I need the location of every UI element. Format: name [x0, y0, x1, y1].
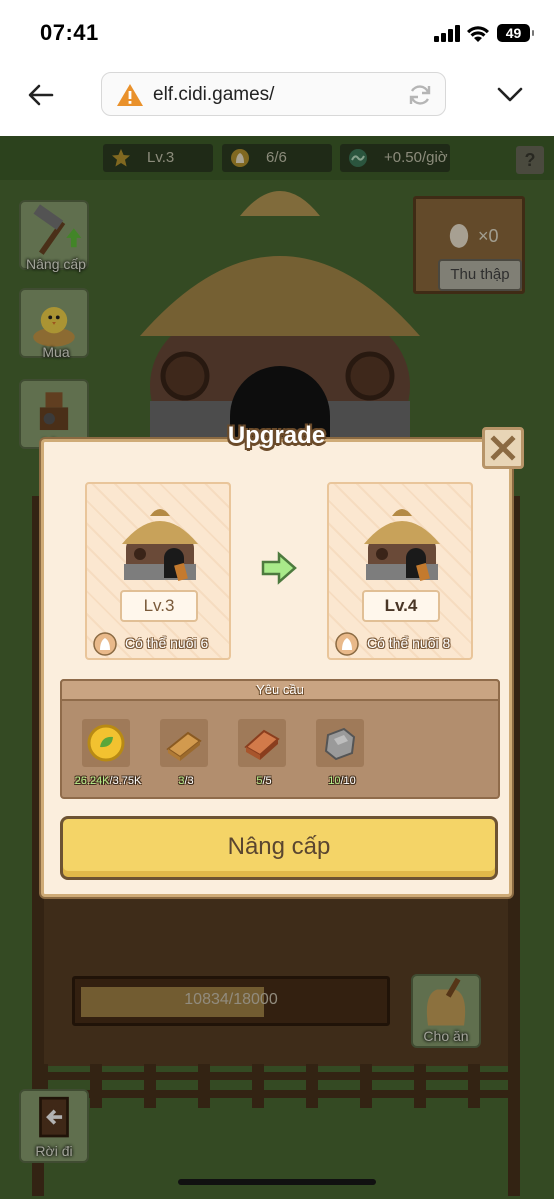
- next-capacity-text: Có thể nuôi 8: [367, 635, 451, 651]
- chicken-icon: [335, 632, 359, 656]
- url-text: elf.cidi.games/: [153, 84, 275, 105]
- home-indicator[interactable]: [178, 1179, 376, 1185]
- chevron-down-icon[interactable]: [496, 82, 524, 106]
- wood-need: /3: [184, 775, 194, 787]
- requirement-tile: [160, 719, 208, 767]
- reload-icon[interactable]: [407, 82, 433, 108]
- back-arrow-icon[interactable]: [26, 80, 56, 110]
- close-icon: [490, 435, 516, 461]
- stone-amount: 10/10: [300, 775, 384, 787]
- coin-need: /3.75K: [109, 775, 142, 787]
- requirement-wood: 3/3: [154, 719, 218, 789]
- requirement-tile: [316, 719, 364, 767]
- chicken-icon: [93, 632, 117, 656]
- requirement-stone: 10/10: [310, 719, 374, 789]
- copper-ingot-icon: [244, 729, 280, 760]
- coop-lv3-icon: [122, 509, 198, 582]
- arrow-right-icon: [261, 551, 297, 585]
- dialog-title: Upgrade: [227, 422, 326, 449]
- requirement-copper: 5/5: [232, 719, 296, 789]
- current-capacity-text: Có thể nuôi 6: [125, 635, 209, 651]
- cellular-signal-icon: [434, 25, 460, 42]
- requirements-panel: Yêu cầu 26.24K/3.75K 3/3 5/5 10/10: [60, 679, 500, 799]
- game-canvas: Lv.3 6/6 +0.50/giờ ? Nâng cấp Mua ×0 Thu…: [0, 136, 554, 1199]
- next-level-badge: Lv.4: [362, 590, 440, 622]
- coop-lv4-icon: [364, 509, 440, 582]
- requirement-tile: [238, 719, 286, 767]
- wifi-icon: [467, 26, 489, 42]
- upgrade-button[interactable]: Nâng cấp: [60, 816, 498, 880]
- coin-icon: [87, 724, 125, 762]
- requirement-tile: [82, 719, 130, 767]
- status-time: 07:41: [40, 20, 99, 45]
- copper-need: /5: [262, 775, 272, 787]
- coin-have: 26.24K: [74, 775, 110, 787]
- next-level-card: Lv.4 Có thể nuôi 8: [327, 482, 473, 660]
- upgrade-dialog: Upgrade Lv.3 Có thể nuôi 6 Lv.4 Có thể n…: [41, 422, 524, 897]
- url-bar[interactable]: elf.cidi.games/: [101, 72, 446, 116]
- requirements-header: Yêu cầu: [60, 679, 500, 701]
- stone-block-icon: [324, 727, 356, 761]
- warning-icon: [117, 84, 143, 106]
- coin-amount: 26.24K/3.75K: [66, 775, 150, 787]
- browser-bar: elf.cidi.games/: [0, 66, 554, 136]
- current-level-badge: Lv.3: [120, 590, 198, 622]
- requirement-coin: 26.24K/3.75K: [75, 719, 141, 789]
- requirements-title: Yêu cầu: [256, 682, 304, 697]
- copper-amount: 5/5: [222, 775, 306, 787]
- current-level-card: Lv.3 Có thể nuôi 6: [85, 482, 231, 660]
- status-bar: 07:41 49: [0, 0, 554, 66]
- stone-have: 10: [328, 775, 341, 787]
- wood-amount: 3/3: [144, 775, 228, 787]
- close-button[interactable]: [482, 427, 524, 469]
- stone-need: /10: [340, 775, 356, 787]
- battery-indicator: 49: [497, 24, 534, 42]
- wood-planks-icon: [166, 731, 202, 761]
